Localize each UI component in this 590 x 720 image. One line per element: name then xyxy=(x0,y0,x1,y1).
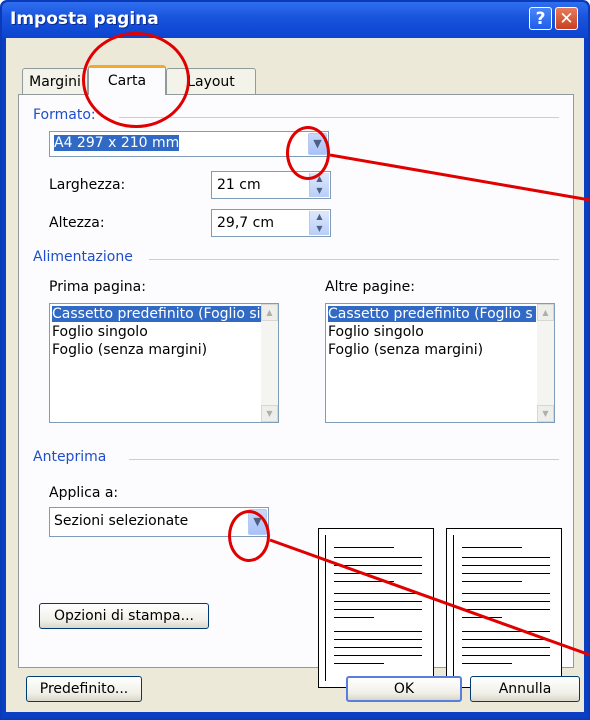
annotation-circle xyxy=(286,126,330,180)
applica-value: Sezioni selezionate xyxy=(54,513,189,529)
scroll-up-icon[interactable]: ▲ xyxy=(261,304,278,321)
page-line xyxy=(462,601,550,602)
scroll-down-icon[interactable]: ▼ xyxy=(261,405,278,422)
page-line xyxy=(462,581,522,582)
page-line xyxy=(334,547,394,548)
tab-label: Carta xyxy=(107,73,147,89)
page-line xyxy=(334,647,422,648)
list-item[interactable]: Cassetto predefinito (Foglio si xyxy=(52,306,264,322)
page-line xyxy=(462,663,512,664)
scrollbar[interactable]: ▲ ▼ xyxy=(261,304,278,422)
alimentazione-group-label: Alimentazione xyxy=(33,249,133,265)
spin-arrows-icon[interactable]: ▲ ▼ xyxy=(309,211,329,235)
annulla-button[interactable]: Annulla xyxy=(470,676,580,702)
button-label: Predefinito... xyxy=(39,681,129,697)
page-line xyxy=(462,565,550,566)
page-line xyxy=(462,609,550,610)
list-item[interactable]: Foglio singolo xyxy=(52,324,148,340)
annotation-circle xyxy=(228,510,270,562)
page-line xyxy=(334,655,422,656)
page-line xyxy=(462,547,522,548)
group-divider xyxy=(119,117,559,118)
close-icon: ✕ xyxy=(559,9,574,29)
button-label: OK xyxy=(393,681,415,697)
list-item[interactable]: Foglio (senza margini) xyxy=(52,342,207,358)
scroll-down-icon[interactable]: ▼ xyxy=(537,405,554,422)
prima-pagina-label: Prima pagina: xyxy=(49,279,146,295)
page-line xyxy=(462,593,550,594)
title-bar: Imposta pagina ? ✕ xyxy=(2,2,588,38)
page-line xyxy=(334,565,422,566)
paper-size-value: A4 297 x 210 mm xyxy=(54,135,180,151)
page-line xyxy=(334,593,422,594)
predefinito-button[interactable]: Predefinito... xyxy=(26,676,142,702)
list-item[interactable]: Cassetto predefinito (Foglio s xyxy=(328,306,536,322)
group-divider xyxy=(149,259,559,260)
larghezza-label: Larghezza: xyxy=(49,177,126,193)
page-line xyxy=(462,557,550,558)
page-line xyxy=(334,639,422,640)
preview-page-left xyxy=(318,528,434,688)
preview-page-right xyxy=(446,528,562,688)
list-item[interactable]: Foglio (senza margini) xyxy=(328,342,483,358)
ok-button[interactable]: OK xyxy=(346,676,462,702)
scrollbar[interactable]: ▲ ▼ xyxy=(537,304,554,422)
altezza-label: Altezza: xyxy=(49,215,105,231)
page-margin xyxy=(325,535,427,681)
button-label: Annulla xyxy=(498,681,552,697)
close-button[interactable]: ✕ xyxy=(555,7,578,30)
tab-label: Margini xyxy=(29,74,81,90)
page-setup-dialog: Imposta pagina ? ✕ Margini Carta Layout … xyxy=(0,0,590,720)
page-line xyxy=(334,631,422,632)
prima-pagina-list[interactable]: Cassetto predefinito (Foglio si Foglio s… xyxy=(49,303,279,423)
dialog-title: Imposta pagina xyxy=(10,9,159,29)
altezza-value: 29,7 cm xyxy=(217,215,274,231)
help-icon: ? xyxy=(535,9,546,29)
larghezza-value: 21 cm xyxy=(217,177,261,193)
page-line xyxy=(334,663,384,664)
page-line xyxy=(334,581,394,582)
altre-pagine-list[interactable]: Cassetto predefinito (Foglio s Foglio si… xyxy=(325,303,555,423)
page-line xyxy=(462,573,550,574)
help-button[interactable]: ? xyxy=(529,7,552,30)
altre-pagine-label: Altre pagine: xyxy=(325,279,415,295)
tab-label: Layout xyxy=(187,74,235,90)
anteprima-group-label: Anteprima xyxy=(33,449,107,465)
page-line xyxy=(334,601,422,602)
page-line xyxy=(334,573,422,574)
list-item[interactable]: Foglio singolo xyxy=(328,324,424,340)
page-line xyxy=(462,639,550,640)
page-line xyxy=(334,557,422,558)
altezza-spinbox[interactable]: 29,7 cm ▲ ▼ xyxy=(211,209,331,237)
page-line xyxy=(462,647,550,648)
page-line xyxy=(334,617,374,618)
page-margin xyxy=(453,535,555,681)
opzioni-stampa-button[interactable]: Opzioni di stampa... xyxy=(39,603,209,629)
page-line xyxy=(462,655,550,656)
group-divider xyxy=(129,459,559,460)
page-line xyxy=(462,617,502,618)
applica-label: Applica a: xyxy=(49,485,119,501)
page-line xyxy=(334,609,422,610)
button-label: Opzioni di stampa... xyxy=(54,608,194,624)
page-line xyxy=(462,631,550,632)
scroll-up-icon[interactable]: ▲ xyxy=(537,304,554,321)
tab-carta[interactable]: Carta xyxy=(88,65,166,95)
tab-margini[interactable]: Margini xyxy=(22,68,88,94)
formato-group-label: Formato: xyxy=(33,107,96,123)
